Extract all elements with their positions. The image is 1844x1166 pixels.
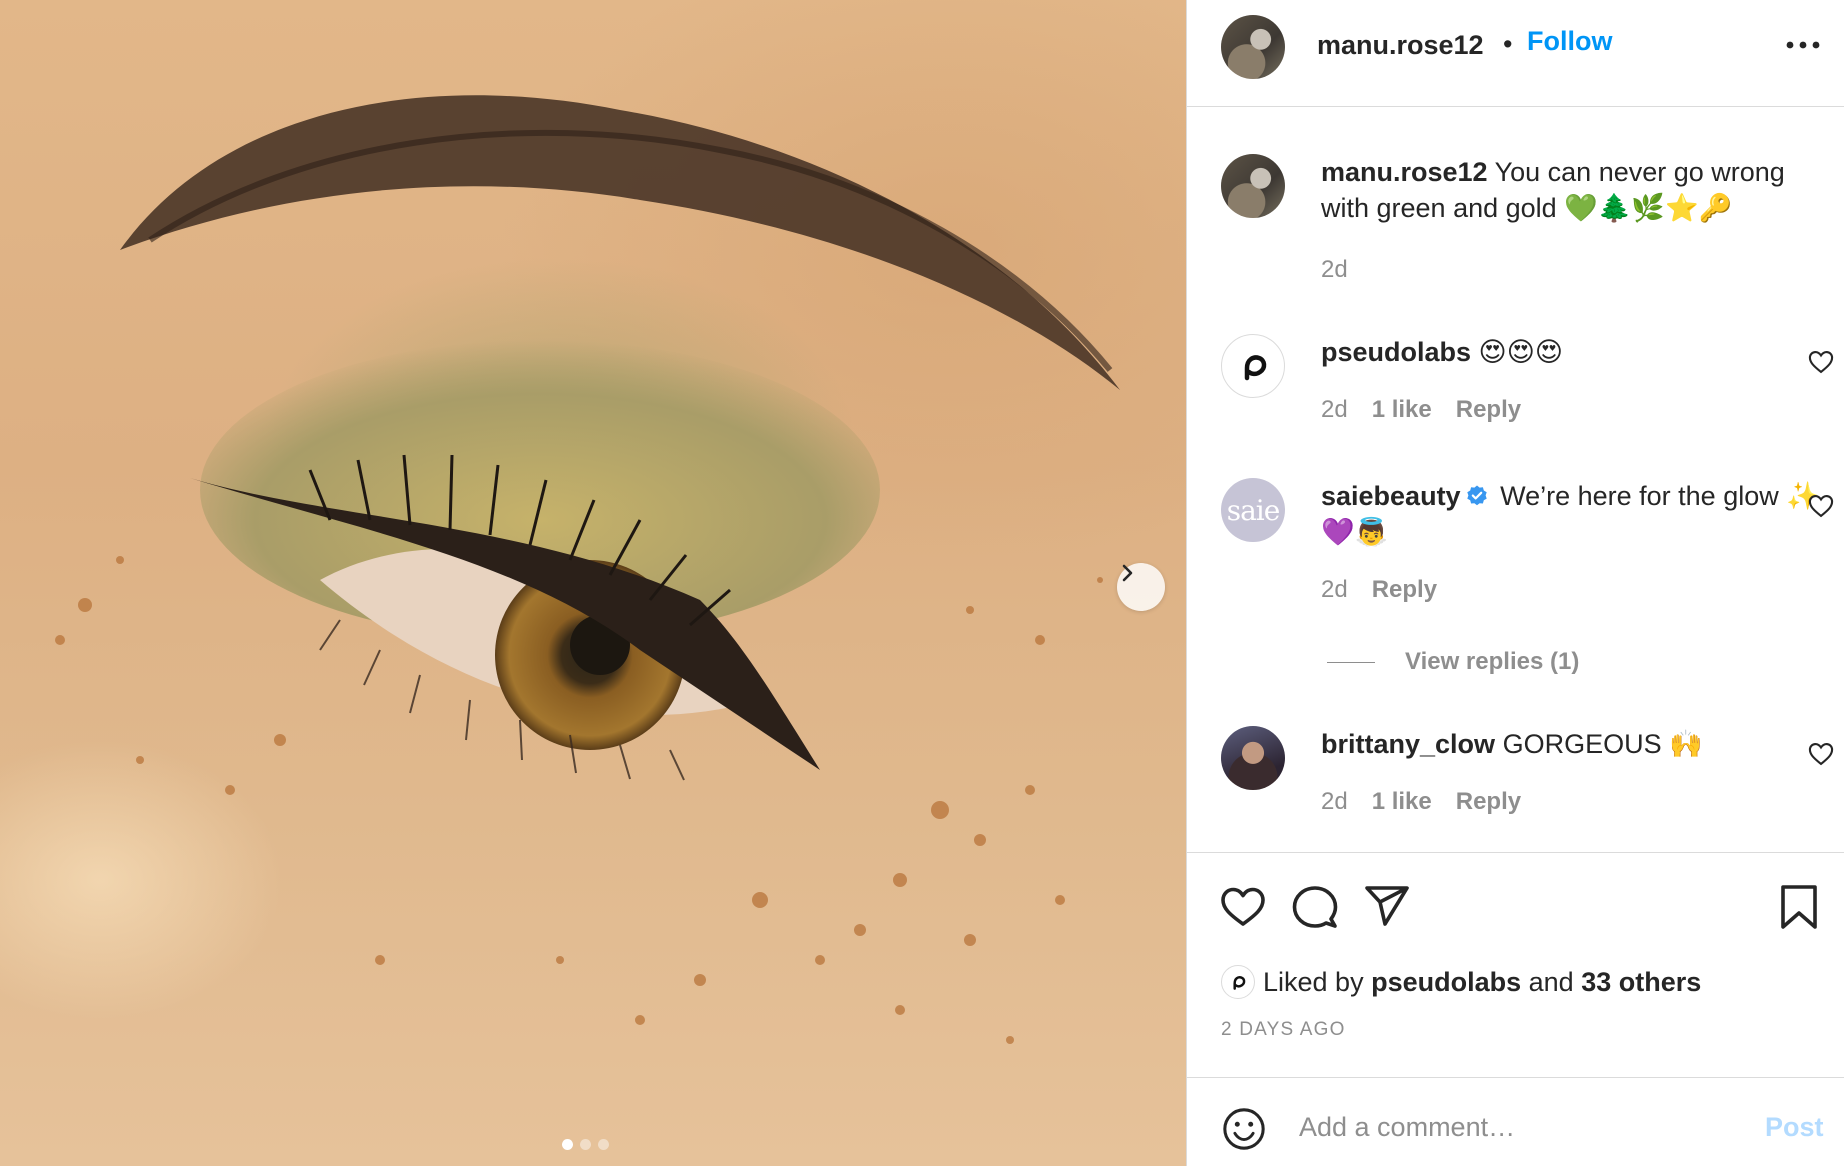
next-photo-button[interactable] — [1117, 563, 1165, 611]
liker-avatar[interactable] — [1221, 965, 1255, 999]
reply-button[interactable]: Reply — [1456, 788, 1521, 816]
comment-username[interactable]: saiebeauty — [1321, 481, 1461, 511]
carousel-dot — [562, 1139, 573, 1150]
carousel-indicator — [562, 1139, 609, 1150]
carousel-dot — [598, 1139, 609, 1150]
commenter-avatar[interactable] — [1221, 726, 1285, 790]
comment-time[interactable]: 2d — [1321, 788, 1348, 816]
liked-by-others[interactable]: 33 others — [1581, 967, 1701, 998]
post-header: manu.rose12 • Follow — [1187, 0, 1844, 107]
liked-by-and: and — [1528, 966, 1574, 997]
comment-time[interactable]: 2d — [1321, 396, 1348, 424]
chevron-right-icon — [1122, 564, 1133, 582]
comment-username[interactable]: brittany_clow — [1321, 729, 1495, 759]
liked-by-user[interactable]: pseudolabs — [1371, 967, 1521, 998]
comment-username[interactable]: pseudolabs — [1321, 337, 1471, 367]
post-photo[interactable] — [0, 0, 1186, 1166]
comment-meta: 2d Reply — [1321, 576, 1437, 604]
save-bookmark-icon[interactable] — [1775, 883, 1823, 931]
comment-text-block: brittany_clow GORGEOUS 🙌 — [1321, 726, 1821, 762]
header-separator: • — [1503, 29, 1513, 59]
caption-text-block: manu.rose12 You can never go wrong with … — [1321, 154, 1821, 226]
comment-input[interactable] — [1299, 1102, 1749, 1152]
commenter-avatar[interactable]: saie — [1221, 478, 1285, 542]
post-comment-button[interactable]: Post — [1765, 1112, 1824, 1143]
comment-text-block: pseudolabs 😍😍😍 — [1321, 334, 1821, 370]
like-comment-heart-icon[interactable] — [1807, 740, 1835, 768]
comment-time[interactable]: 2d — [1321, 576, 1348, 604]
comment-meta: 2d 1 like Reply — [1321, 396, 1521, 424]
comment-text: GORGEOUS 🙌 — [1502, 729, 1703, 759]
author-username[interactable]: manu.rose12 — [1317, 30, 1484, 61]
replies-divider-line — [1327, 661, 1375, 663]
reply-button[interactable]: Reply — [1372, 576, 1437, 604]
post-timestamp[interactable]: 2 DAYS AGO — [1221, 1019, 1346, 1041]
emoji-icon[interactable] — [1221, 1106, 1267, 1152]
comments-list: manu.rose12 You can never go wrong with … — [1187, 108, 1844, 852]
reply-button[interactable]: Reply — [1456, 396, 1521, 424]
commenter-avatar[interactable] — [1221, 334, 1285, 398]
saie-logo-text: saie — [1226, 493, 1281, 527]
comment-meta: 2d 1 like Reply — [1321, 788, 1521, 816]
comment-text: 😍😍😍 — [1478, 337, 1563, 367]
comment-likes[interactable]: 1 like — [1372, 396, 1432, 424]
caption-username[interactable]: manu.rose12 — [1321, 157, 1488, 187]
comment-likes[interactable]: 1 like — [1372, 788, 1432, 816]
caption-time[interactable]: 2d — [1321, 256, 1348, 284]
caption-avatar[interactable] — [1221, 154, 1285, 218]
add-comment-bar: Post — [1187, 1077, 1844, 1166]
more-horizontal-icon — [1786, 41, 1820, 49]
liked-by-prefix: Liked by — [1263, 966, 1364, 997]
comment-bubble-icon[interactable] — [1291, 883, 1339, 931]
view-replies-label: View replies (1) — [1405, 648, 1580, 675]
like-comment-heart-icon[interactable] — [1807, 492, 1835, 520]
like-comment-heart-icon[interactable] — [1807, 348, 1835, 376]
eye-makeup-illustration — [55, 95, 1120, 1044]
pseudolabs-logo-icon — [1244, 355, 1267, 381]
more-options-button[interactable] — [1783, 29, 1823, 61]
like-heart-icon[interactable] — [1219, 883, 1267, 931]
share-send-icon[interactable] — [1363, 883, 1411, 931]
carousel-dot — [580, 1139, 591, 1150]
verified-badge-icon — [1466, 485, 1487, 506]
comment-text-block: saiebeauty We’re here for the glow ✨💜👼 — [1321, 478, 1821, 550]
liked-by-summary: Liked by pseudolabs and 33 others — [1221, 965, 1701, 999]
view-replies-button[interactable]: View replies (1) — [1327, 648, 1579, 676]
post-actions: Liked by pseudolabs and 33 others 2 DAYS… — [1187, 852, 1844, 1077]
author-avatar[interactable] — [1221, 15, 1285, 79]
pseudolabs-logo-icon — [1233, 976, 1246, 990]
caption-meta: 2d — [1321, 256, 1348, 284]
post-details-panel: manu.rose12 • Follow manu.rose12 You can… — [1186, 0, 1844, 1166]
follow-button[interactable]: Follow — [1527, 26, 1612, 57]
